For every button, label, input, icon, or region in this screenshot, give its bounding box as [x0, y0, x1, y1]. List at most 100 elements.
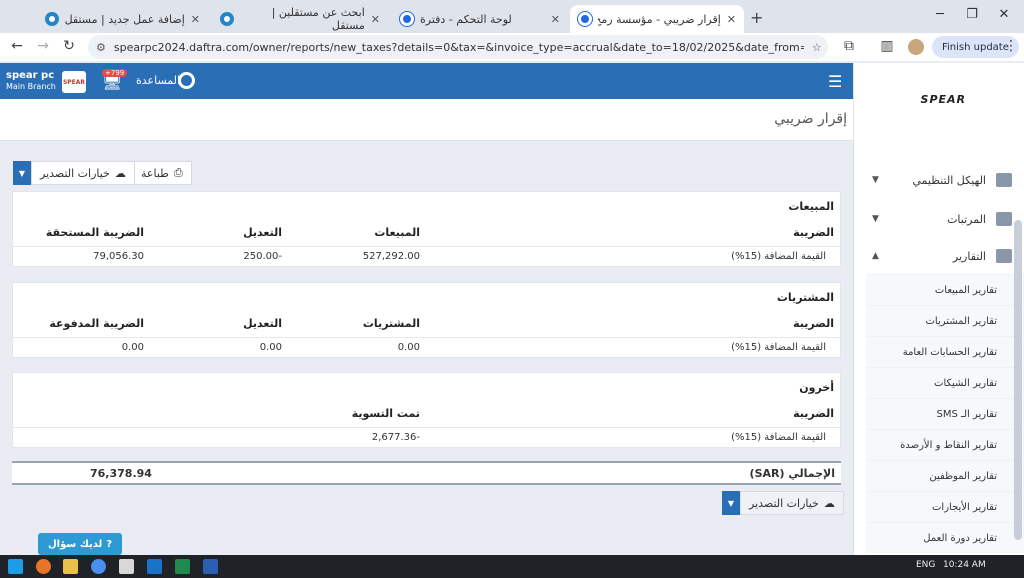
cell-tax-due: 79,056.30 — [93, 251, 144, 262]
sidebar-subitem-sms-reports[interactable]: تقارير الـ SMS — [866, 398, 1024, 429]
subitem-label: تقارير المبيعات — [934, 284, 997, 296]
lifebuoy-icon[interactable] — [178, 72, 195, 89]
company-logo: SPEAR — [62, 71, 86, 93]
export-options-button-bottom[interactable]: ☁ خيارات التصدير — [740, 491, 844, 515]
window-close-icon[interactable]: ✕ — [994, 7, 1014, 22]
browser-tab-active[interactable]: ✕ إقرار ضريبي - مؤسسة رمح الحاس... — [570, 5, 744, 33]
extensions-icon[interactable]: ⧉ — [840, 38, 858, 54]
daftra-favicon-icon — [578, 12, 592, 26]
export-label: خيارات التصدير — [749, 496, 819, 510]
question-icon: ? — [106, 538, 113, 550]
cell-adjustment: -250.00 — [243, 251, 282, 262]
total-value: 76,378.94 — [90, 467, 152, 480]
app-header: spear pc Main Branch SPEAR 🖥 +799 المساع… — [0, 63, 853, 99]
sidebar-subitem-cheques-reports[interactable]: تقارير الشيكات — [866, 367, 1024, 398]
cloud-download-icon: ☁ — [823, 496, 835, 510]
print-button[interactable]: ⎙ طباعة — [132, 161, 192, 185]
close-icon[interactable]: ✕ — [191, 13, 200, 26]
cell-sales: 527,292.00 — [362, 251, 420, 262]
bookmark-star-icon[interactable]: ☆ — [812, 41, 822, 54]
browser-tab[interactable]: ✕ لوحة التحكم - دفترة — [392, 5, 568, 33]
clock[interactable]: 10:24 AM — [943, 560, 986, 570]
tab-title: إضافة عمل جديد | مستقل — [64, 12, 185, 26]
sidebar-item-label: التقارير — [952, 249, 986, 263]
page-header: إقرار ضريبي — [0, 99, 853, 141]
sidebar-subitem-points-reports[interactable]: تقارير النقاط و الأرصدة — [866, 429, 1024, 460]
app-icon[interactable] — [119, 559, 134, 574]
windows-start-icon[interactable] — [8, 559, 23, 574]
total-label: الإجمالي (SAR) — [749, 467, 835, 480]
menu-toggle-icon[interactable]: ☰ — [828, 72, 842, 91]
money-icon — [996, 212, 1012, 226]
sidebar-subitem-workflow-reports[interactable]: تقارير دورة العمل — [866, 522, 1024, 553]
forward-icon[interactable]: → — [34, 38, 52, 54]
chevron-up-icon: ▲ — [872, 251, 879, 261]
sidebar-scrollbar[interactable] — [1014, 220, 1022, 540]
minimize-icon[interactable]: ─ — [930, 7, 950, 22]
col-tax-due: الضريبة المستحقة — [45, 226, 144, 239]
branch-switcher[interactable]: spear pc Main Branch — [6, 70, 56, 92]
sidebar-subitem-purchase-reports[interactable]: تقارير المشتريات — [866, 305, 1024, 336]
browser-tab[interactable]: ✕ ابحث عن مستقلين | مستقل — [212, 5, 388, 33]
branch-name: spear pc — [6, 70, 55, 81]
help-link[interactable]: المساعدة — [136, 74, 180, 87]
others-panel: أخرون الضريبة تمت التسوية القيمة المضافة… — [12, 372, 841, 448]
subitem-label: تقارير النقاط و الأرصدة — [900, 439, 997, 451]
cell-tax: القيمة المضافة (15%) — [731, 342, 826, 353]
page-title: إقرار ضريبي — [774, 111, 847, 127]
chrome-icon[interactable] — [91, 559, 106, 574]
file-explorer-icon[interactable] — [63, 559, 78, 574]
browser-menu-icon[interactable]: ⋮ — [1002, 38, 1020, 54]
sidebar-item-org-structure[interactable]: الهيكل التنظيمي ▼ — [866, 161, 1024, 199]
sidebar-subitem-sales-reports[interactable]: تقارير المبيعات — [866, 274, 1024, 305]
word-icon[interactable] — [203, 559, 218, 574]
reload-icon[interactable]: ↻ — [60, 38, 78, 54]
language-indicator[interactable]: ENG — [916, 560, 935, 570]
export-dropdown-caret-bottom[interactable]: ▼ — [722, 491, 740, 515]
brand-logo: SPEAR — [921, 93, 966, 106]
others-title: أخرون — [799, 381, 834, 394]
back-icon[interactable]: ← — [8, 38, 26, 54]
url-field[interactable]: ⚙ spearpc2024.daftra.com/owner/reports/n… — [88, 35, 828, 59]
os-taskbar: ENG 10:24 AM — [0, 555, 1024, 578]
cell-tax-paid: 0.00 — [121, 342, 144, 353]
close-icon[interactable]: ✕ — [727, 13, 736, 26]
mostaql-favicon-icon — [44, 12, 59, 26]
col-tax-paid: الضريبة المدفوعة — [49, 317, 144, 330]
sales-panel: المبيعات الضريبة المبيعات التعديل الضريب… — [12, 191, 841, 267]
export-dropdown-caret[interactable]: ▼ — [13, 161, 31, 185]
close-icon[interactable]: ✕ — [551, 13, 560, 26]
restore-icon[interactable]: ❐ — [962, 7, 982, 22]
sidebar-subitem-accounts-reports[interactable]: تقارير الحسابات العامة — [866, 336, 1024, 367]
cell-settled: -2,677.36 — [371, 432, 420, 443]
sidebar-subitem-rental-reports[interactable]: تقارير الأيجارات — [866, 491, 1024, 522]
subitem-label: تقارير الشيكات — [934, 377, 997, 389]
site-info-icon[interactable]: ⚙ — [96, 41, 106, 54]
sidebar-item-reports[interactable]: التقارير ▲ — [866, 237, 1024, 275]
close-icon[interactable]: ✕ — [371, 13, 380, 26]
export-options-button[interactable]: ☁ خيارات التصدير — [31, 161, 135, 185]
table-row: القيمة المضافة (15%) 0.00 0.00 0.00 — [13, 337, 840, 357]
excel-icon[interactable] — [175, 559, 190, 574]
sidebar: SPEAR الهيكل التنظيمي ▼ المرتبات ▼ التقا… — [853, 63, 1024, 555]
sidebar-item-label: المرتبات — [947, 212, 986, 226]
sidebar-subitem-employee-reports[interactable]: تقارير الموظفين — [866, 460, 1024, 491]
cell-purchases: 0.00 — [397, 342, 420, 353]
firefox-icon[interactable] — [36, 559, 51, 574]
subitem-label: تقارير الـ SMS — [936, 408, 997, 420]
sales-title: المبيعات — [788, 200, 834, 213]
sidebar-item-payroll[interactable]: المرتبات ▼ — [866, 200, 1024, 238]
browser-tab[interactable]: ✕ إضافة عمل جديد | مستقل — [30, 5, 208, 33]
main-content: إقرار ضريبي ⎙ طباعة ☁ خيارات التصدير ▼ ا… — [0, 99, 853, 555]
cell-adjustment: 0.00 — [259, 342, 282, 353]
col-tax: الضريبة — [793, 407, 834, 420]
profile-avatar[interactable] — [908, 39, 924, 55]
col-tax: الضريبة — [793, 317, 834, 330]
table-row: القيمة المضافة (15%) 527,292.00 -250.00 … — [13, 246, 840, 266]
ask-question-button[interactable]: لديك سؤال ? — [38, 533, 123, 555]
org-chart-icon — [996, 173, 1012, 187]
purchases-title: المشتريات — [776, 291, 834, 304]
new-tab-icon[interactable]: + — [750, 8, 763, 27]
outlook-icon[interactable] — [147, 559, 162, 574]
sidebar-panel-icon[interactable]: ▥ — [878, 38, 896, 54]
